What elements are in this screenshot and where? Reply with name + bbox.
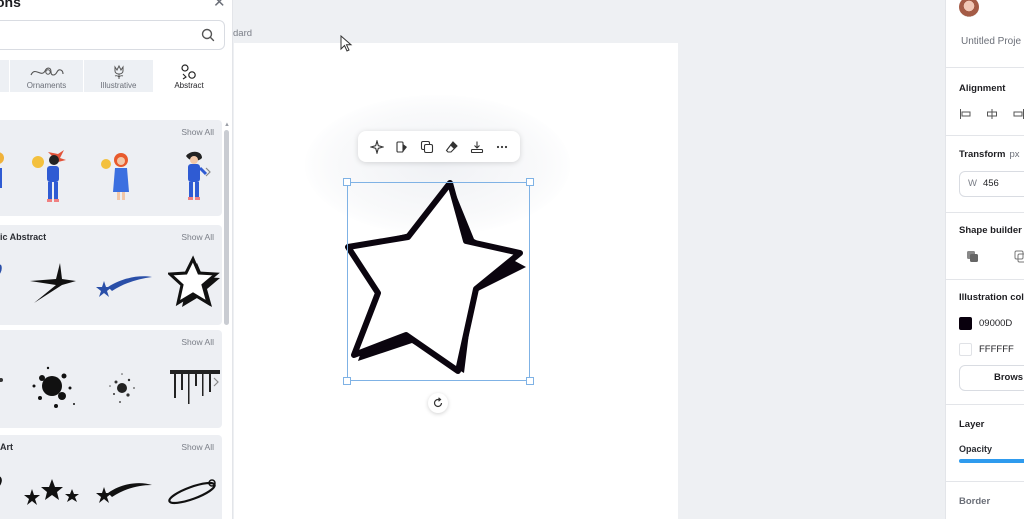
- resize-handle-top-right[interactable]: [526, 178, 534, 186]
- transform-unit[interactable]: px: [1009, 149, 1019, 160]
- stars-cluster-thumb[interactable]: [22, 477, 84, 505]
- align-left-icon[interactable]: [959, 108, 971, 120]
- tulip-icon: [114, 64, 123, 79]
- divider: [946, 212, 1024, 213]
- planet-ring-thumb[interactable]: [166, 475, 222, 509]
- resize-handle-bottom-right[interactable]: [526, 377, 534, 385]
- resize-handle-bottom-left[interactable]: [343, 377, 351, 385]
- shooting-star-thumb[interactable]: [94, 269, 154, 297]
- divider: [946, 135, 1024, 136]
- tab-illustrative[interactable]: Illustrative: [84, 60, 154, 92]
- character-thumb[interactable]: [99, 150, 139, 204]
- width-value[interactable]: 456: [983, 178, 999, 189]
- project-name[interactable]: Untitled Proje: [961, 36, 1021, 47]
- opacity-label: Opacity: [959, 444, 993, 454]
- scroll-up-icon[interactable]: ▲: [224, 122, 230, 128]
- align-center-icon[interactable]: [986, 108, 998, 120]
- transform-label: Transform: [959, 149, 1006, 160]
- layer-heading: Layer: [959, 419, 985, 430]
- divider: [946, 404, 1024, 405]
- download-icon[interactable]: [468, 138, 486, 156]
- abstract-shapes-icon: [181, 64, 196, 80]
- shape-builder-heading: Shape builder: [959, 225, 1022, 236]
- tab-label: Illustrative: [100, 81, 137, 90]
- floating-toolbar: [358, 131, 520, 162]
- section-characters: Show All: [0, 120, 222, 216]
- divider: [946, 481, 1024, 482]
- properties-panel: Untitled Proje Alignment Transform px W 45…: [945, 0, 1024, 519]
- tab-abstract[interactable]: Abstract: [154, 60, 225, 92]
- section-abstract: ic Abstract Show All: [0, 225, 222, 325]
- tab-label: Abstract: [174, 81, 204, 90]
- more-icon[interactable]: [493, 138, 511, 156]
- drips-thumb[interactable]: [168, 368, 222, 408]
- divider: [946, 279, 1024, 280]
- opacity-slider[interactable]: [959, 459, 1024, 463]
- ornament-swirl-icon: [29, 67, 64, 76]
- swoosh-thumb[interactable]: [0, 263, 6, 283]
- close-icon[interactable]: ✕: [213, 0, 226, 11]
- tab-label: Ornaments: [26, 81, 67, 90]
- color-swatch-dark[interactable]: [959, 317, 972, 330]
- resize-handle-top-left[interactable]: [343, 178, 351, 186]
- align-right-icon[interactable]: [1013, 108, 1024, 120]
- alignment-heading: Alignment: [959, 83, 1006, 94]
- section-splatter: Show All: [0, 330, 222, 428]
- show-all-link[interactable]: Show All: [181, 232, 214, 242]
- loop-thumb[interactable]: [0, 471, 6, 495]
- selection-box: [347, 182, 530, 381]
- rotate-icon[interactable]: [428, 393, 448, 413]
- panel-title: ons: [0, 0, 21, 10]
- browse-button[interactable]: Brows: [959, 365, 1024, 391]
- replace-shape-icon[interactable]: [393, 138, 411, 156]
- divider: [946, 67, 1024, 68]
- width-field[interactable]: W 456: [959, 171, 1024, 197]
- elements-panel: ons ✕ Ornaments Illustrative Abstract ▲: [0, 0, 233, 519]
- show-all-link[interactable]: Show All: [181, 337, 214, 347]
- color-hex-dark[interactable]: 09000D: [979, 318, 1012, 329]
- app-window: ons ✕ Ornaments Illustrative Abstract ▲: [0, 0, 1024, 519]
- ai-sparkle-icon[interactable]: [368, 138, 386, 156]
- mouse-cursor-icon: [340, 35, 353, 52]
- show-all-link[interactable]: Show All: [181, 442, 214, 452]
- color-swatch-white[interactable]: [959, 343, 972, 356]
- shooting-star-thumb[interactable]: [96, 479, 154, 503]
- section-art: Art Show All: [0, 435, 222, 519]
- tab-category-partial[interactable]: [0, 60, 10, 92]
- eraser-icon[interactable]: [443, 138, 461, 156]
- spray-thumb[interactable]: [102, 364, 142, 412]
- splatter-thumb[interactable]: [0, 374, 4, 386]
- category-tabs: Ornaments Illustrative Abstract: [0, 60, 225, 92]
- search-icon[interactable]: [200, 27, 216, 43]
- transform-heading: Transform px: [959, 149, 1020, 160]
- section-title: ic Abstract: [0, 232, 47, 242]
- shape-union-icon[interactable]: [966, 250, 979, 263]
- duplicate-icon[interactable]: [418, 138, 436, 156]
- character-thumb[interactable]: [30, 150, 70, 204]
- width-label: W: [968, 178, 977, 189]
- search-input[interactable]: [0, 20, 225, 50]
- avatar[interactable]: [959, 0, 979, 17]
- show-all-link[interactable]: Show All: [181, 127, 214, 137]
- character-thumb[interactable]: [0, 148, 6, 198]
- section-title: Art: [0, 442, 13, 452]
- star-3d-thumb[interactable]: [168, 255, 220, 309]
- shape-subtract-icon[interactable]: [1014, 250, 1024, 263]
- illustration-colors-heading: Illustration col: [959, 292, 1024, 303]
- color-hex-white[interactable]: FFFFFF: [979, 344, 1014, 355]
- tab-ornaments[interactable]: Ornaments: [10, 60, 84, 92]
- scrollbar[interactable]: [224, 130, 229, 325]
- border-heading: Border: [959, 496, 991, 507]
- artboard-label: dard: [233, 28, 253, 39]
- character-thumb[interactable]: [176, 150, 216, 204]
- sparkle-thumb[interactable]: [26, 259, 78, 305]
- ink-splat-thumb[interactable]: [28, 360, 80, 416]
